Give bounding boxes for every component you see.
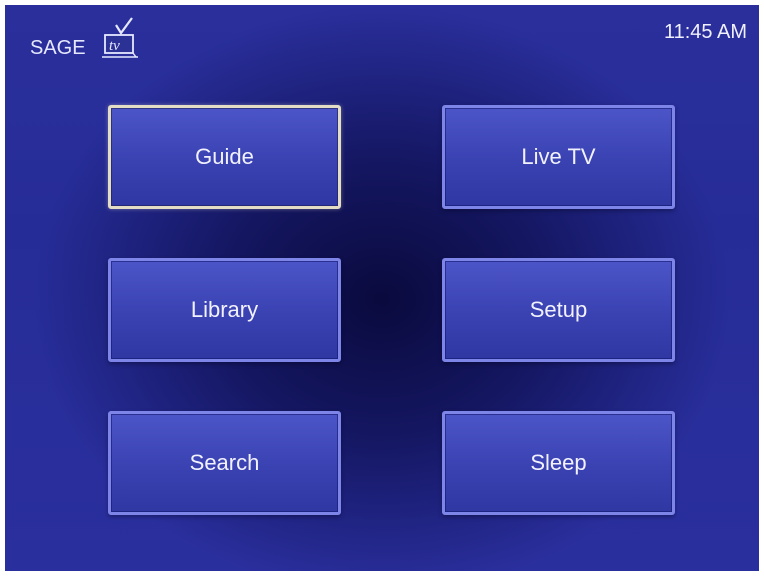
sleep-label: Sleep — [530, 450, 587, 475]
library-label: Library — [190, 297, 259, 322]
guide-label: Guide — [195, 144, 254, 169]
main-menu-screen: SAGE tv 11:45 AM Guide Live TV Library S… — [5, 5, 759, 571]
live-tv-label: Live TV — [521, 144, 596, 169]
search-button[interactable]: Search — [108, 411, 341, 515]
clock: 11:45 AM — [663, 21, 747, 43]
logo-wordmark: SAGE — [30, 37, 86, 59]
logo-tv-mark: tv — [109, 38, 120, 54]
setup-label: Setup — [529, 297, 588, 322]
guide-button[interactable]: Guide — [108, 105, 341, 209]
setup-button[interactable]: Setup — [442, 258, 675, 362]
sleep-button[interactable]: Sleep — [442, 411, 675, 515]
tv-checkmark-icon: tv — [102, 17, 138, 58]
live-tv-button[interactable]: Live TV — [442, 105, 675, 209]
library-button[interactable]: Library — [108, 258, 341, 362]
sagetv-logo: SAGE tv — [25, 17, 145, 61]
search-label: Search — [189, 450, 260, 475]
